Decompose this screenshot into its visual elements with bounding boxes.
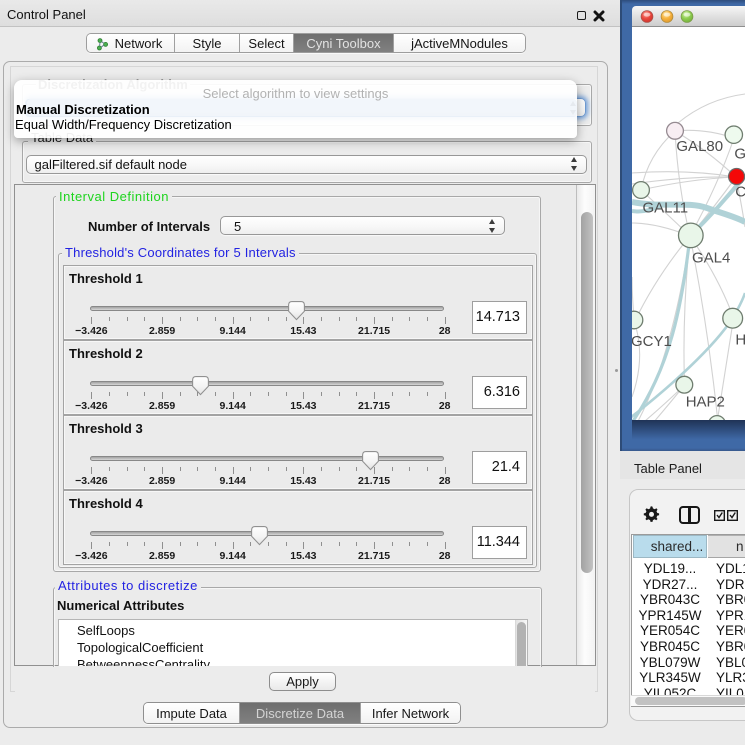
svg-text:C: C (735, 184, 745, 201)
svg-text:GAL11: GAL11 (643, 200, 689, 217)
svg-text:HAP2: HAP2 (686, 393, 725, 410)
svg-text:GAL4: GAL4 (692, 249, 730, 266)
svg-text:GAL80: GAL80 (676, 138, 723, 155)
svg-text:GCY1: GCY1 (632, 333, 672, 350)
svg-text:G.: G. (734, 146, 745, 163)
svg-text:H: H (735, 332, 745, 349)
